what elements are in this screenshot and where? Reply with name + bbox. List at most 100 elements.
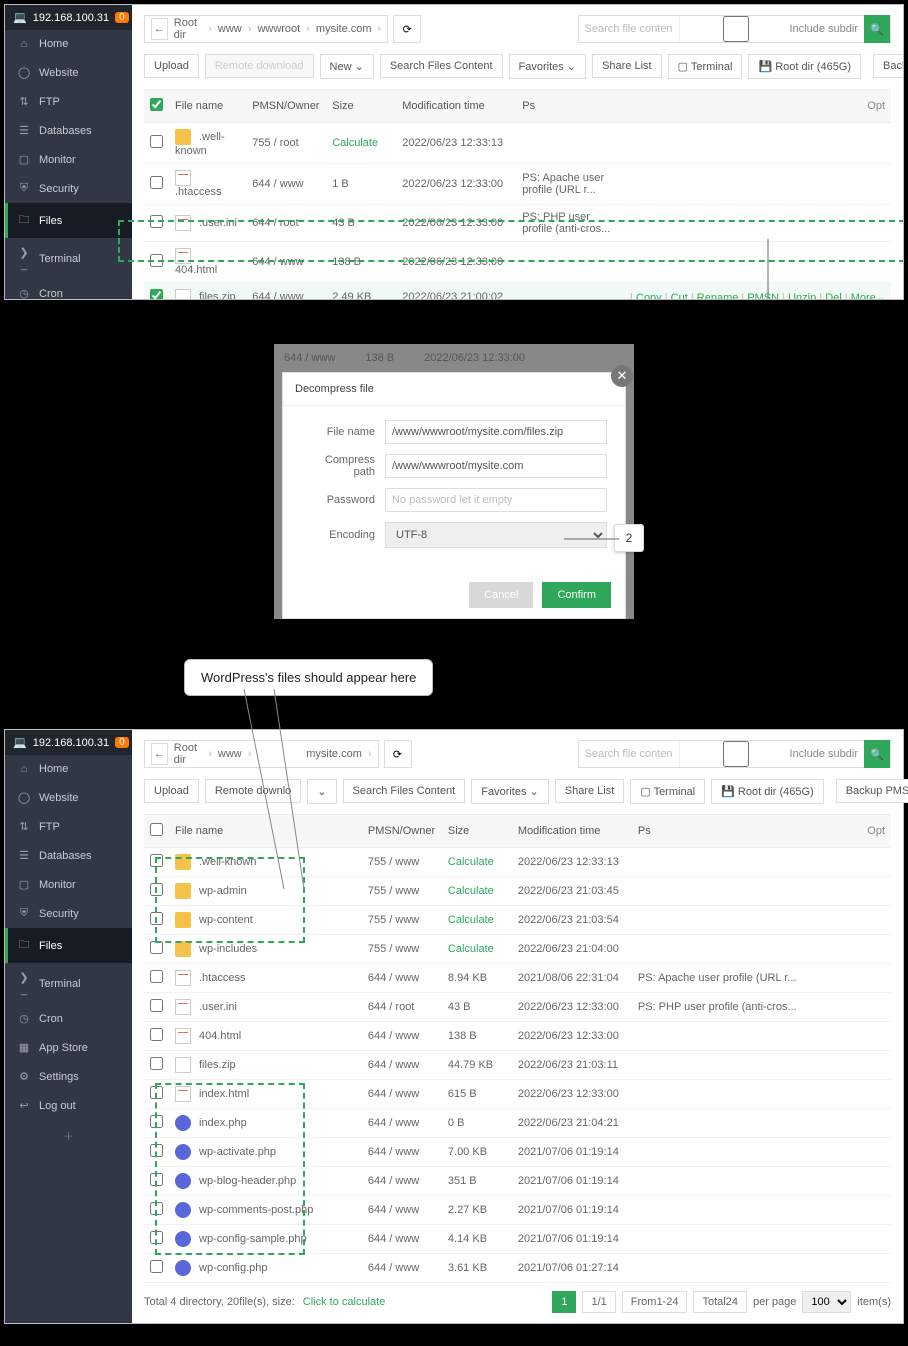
nav-db[interactable]: ☰Databases — [5, 841, 132, 870]
compresspath-input[interactable] — [385, 454, 607, 478]
cell-filename[interactable]: .user.ini — [169, 205, 246, 242]
confirm-button[interactable]: Confirm — [542, 582, 611, 608]
nav-monitor[interactable]: ▢Monitor — [5, 870, 132, 899]
crumb-root[interactable]: Root dir — [174, 17, 202, 41]
nav-files[interactable]: 🗀Files — [5, 203, 132, 238]
row-checkbox[interactable] — [150, 1086, 163, 1099]
subdir-checkbox[interactable] — [686, 741, 786, 767]
cell-filename[interactable]: index.php — [169, 1109, 362, 1138]
cut-link[interactable]: Cut — [671, 292, 688, 301]
include-subdir[interactable]: Include subdir — [679, 741, 865, 767]
table-row[interactable]: wp-includes 755 / www Calculate 2022/06/… — [144, 935, 891, 964]
nav-db[interactable]: ☰Databases — [5, 116, 132, 145]
terminal-button[interactable]: ▢ Terminal — [668, 54, 743, 79]
upload-button[interactable]: Upload — [144, 54, 199, 78]
nav-monitor[interactable]: ▢Monitor — [5, 145, 132, 174]
calc-link[interactable]: Click to calculate — [303, 1296, 386, 1308]
select-all-checkbox[interactable] — [150, 98, 163, 111]
remote-download-button[interactable]: Remote downlo — [205, 779, 301, 803]
crumb-site[interactable]: mysite.com — [316, 23, 372, 35]
alert-badge[interactable]: 0 — [115, 737, 129, 748]
table-row[interactable]: 404.html 644 / www 138 B 2022/06/23 12:3… — [144, 242, 891, 283]
row-checkbox[interactable] — [150, 970, 163, 983]
table-row[interactable]: wp-content 755 / www Calculate 2022/06/2… — [144, 906, 891, 935]
th-mod[interactable]: Modification time — [512, 815, 632, 848]
row-checkbox[interactable] — [150, 135, 163, 148]
row-checkbox[interactable] — [150, 854, 163, 867]
row-checkbox[interactable] — [150, 999, 163, 1012]
nav-ftp[interactable]: ⇅FTP — [5, 812, 132, 841]
table-row[interactable]: wp-activate.php 644 / www 7.00 KB 2021/0… — [144, 1138, 891, 1167]
table-row[interactable]: .user.ini 644 / root 43 B 2022/06/23 12:… — [144, 993, 891, 1022]
nav-website[interactable]: ◯Website — [5, 783, 132, 812]
table-row[interactable]: .user.ini 644 / root 43 B 2022/06/23 12:… — [144, 205, 891, 242]
perpage-select[interactable]: 100 — [802, 1291, 851, 1313]
nav-settings[interactable]: ⚙Settings — [5, 1062, 132, 1091]
nav-appstore[interactable]: ▦App Store — [5, 1033, 132, 1062]
nav-terminal[interactable]: ❯_Terminal — [5, 963, 132, 1004]
table-row[interactable]: .well-known 755 / www Calculate 2022/06/… — [144, 848, 891, 877]
row-checkbox[interactable] — [150, 1115, 163, 1128]
search-content-button[interactable]: Search Files Content — [380, 54, 503, 78]
nav-security[interactable]: ⛨Security — [5, 174, 132, 203]
share-list-button[interactable]: Share List — [555, 779, 625, 803]
row-checkbox[interactable] — [150, 215, 163, 228]
cell-filename[interactable]: wp-config.php — [169, 1254, 362, 1283]
select-all-checkbox[interactable] — [150, 823, 163, 836]
cell-filename[interactable]: wp-activate.php — [169, 1138, 362, 1167]
nav-files[interactable]: 🗀Files — [5, 928, 132, 963]
th-size[interactable]: Size — [442, 815, 512, 848]
cell-filename[interactable]: .well-known — [169, 123, 246, 164]
crumb-root[interactable]: Root dir — [174, 742, 202, 766]
cell-filename[interactable]: .well-known — [169, 848, 362, 877]
back-button[interactable]: ← — [151, 743, 168, 765]
crumb-wwwroot[interactable]: wwwroot — [257, 23, 300, 35]
row-checkbox[interactable] — [150, 1260, 163, 1273]
row-checkbox[interactable] — [150, 289, 163, 300]
row-checkbox[interactable] — [150, 254, 163, 267]
table-row[interactable]: index.php 644 / www 0 B 2022/06/23 21:04… — [144, 1109, 891, 1138]
row-checkbox[interactable] — [150, 941, 163, 954]
cell-filename[interactable]: .htaccess — [169, 164, 246, 205]
backup-pmsn-button[interactable]: Backup PMSN — [836, 779, 908, 803]
nav-home[interactable]: ⌂Home — [5, 755, 132, 783]
del-link[interactable]: Del — [825, 292, 842, 301]
back-button[interactable]: ← — [151, 18, 168, 40]
row-checkbox[interactable] — [150, 883, 163, 896]
cell-filename[interactable]: wp-includes — [169, 935, 362, 964]
crumb-www[interactable]: www — [218, 23, 242, 35]
backup-pmsn-button[interactable]: Backup PMSN — [873, 54, 904, 78]
table-row[interactable]: wp-admin 755 / www Calculate 2022/06/23 … — [144, 877, 891, 906]
subdir-checkbox[interactable] — [686, 16, 786, 42]
row-checkbox[interactable] — [150, 1057, 163, 1070]
rootdir-button[interactable]: 💾 Root dir (465G) — [748, 54, 861, 79]
pmsn-link[interactable]: PMSN — [747, 292, 779, 301]
cell-filename[interactable]: 404.html — [169, 242, 246, 283]
search-button[interactable]: 🔍 — [864, 15, 890, 43]
row-checkbox[interactable] — [150, 1173, 163, 1186]
nav-terminal[interactable]: ❯_Terminal — [5, 238, 132, 279]
cell-filename[interactable]: 404.html — [169, 1022, 362, 1051]
table-row[interactable]: .htaccess 644 / www 1 B 2022/06/23 12:33… — [144, 164, 891, 205]
include-subdir[interactable]: Include subdir — [679, 16, 865, 42]
th-pmsn[interactable]: PMSN/Owner — [246, 90, 326, 123]
upload-button[interactable]: Upload — [144, 779, 199, 803]
table-row[interactable]: 404.html 644 / www 138 B 2022/06/23 12:3… — [144, 1022, 891, 1051]
cell-filename[interactable]: wp-content — [169, 906, 362, 935]
cell-filename[interactable]: files.zip — [169, 283, 246, 301]
th-ps[interactable]: Ps — [516, 90, 624, 123]
nav-cron[interactable]: ◷Cron — [5, 1004, 132, 1033]
th-pmsn[interactable]: PMSN/Owner — [362, 815, 442, 848]
search-input[interactable] — [579, 741, 679, 767]
new-button[interactable]: New ⌄ — [320, 54, 374, 79]
crumb-site[interactable]: mysite.com — [306, 748, 362, 760]
cell-filename[interactable]: wp-config-sample.php — [169, 1225, 362, 1254]
table-row[interactable]: wp-config.php 644 / www 3.61 KB 2021/07/… — [144, 1254, 891, 1283]
cell-filename[interactable]: .htaccess — [169, 964, 362, 993]
table-row[interactable]: files.zip 644 / www 2.49 KB 2022/06/23 2… — [144, 283, 891, 301]
share-list-button[interactable]: Share List — [592, 54, 662, 78]
search-input[interactable] — [579, 16, 679, 42]
cell-filename[interactable]: wp-blog-header.php — [169, 1167, 362, 1196]
remote-download-button[interactable]: Remote download — [205, 54, 314, 78]
encoding-select[interactable]: UTF-8 — [385, 522, 607, 548]
